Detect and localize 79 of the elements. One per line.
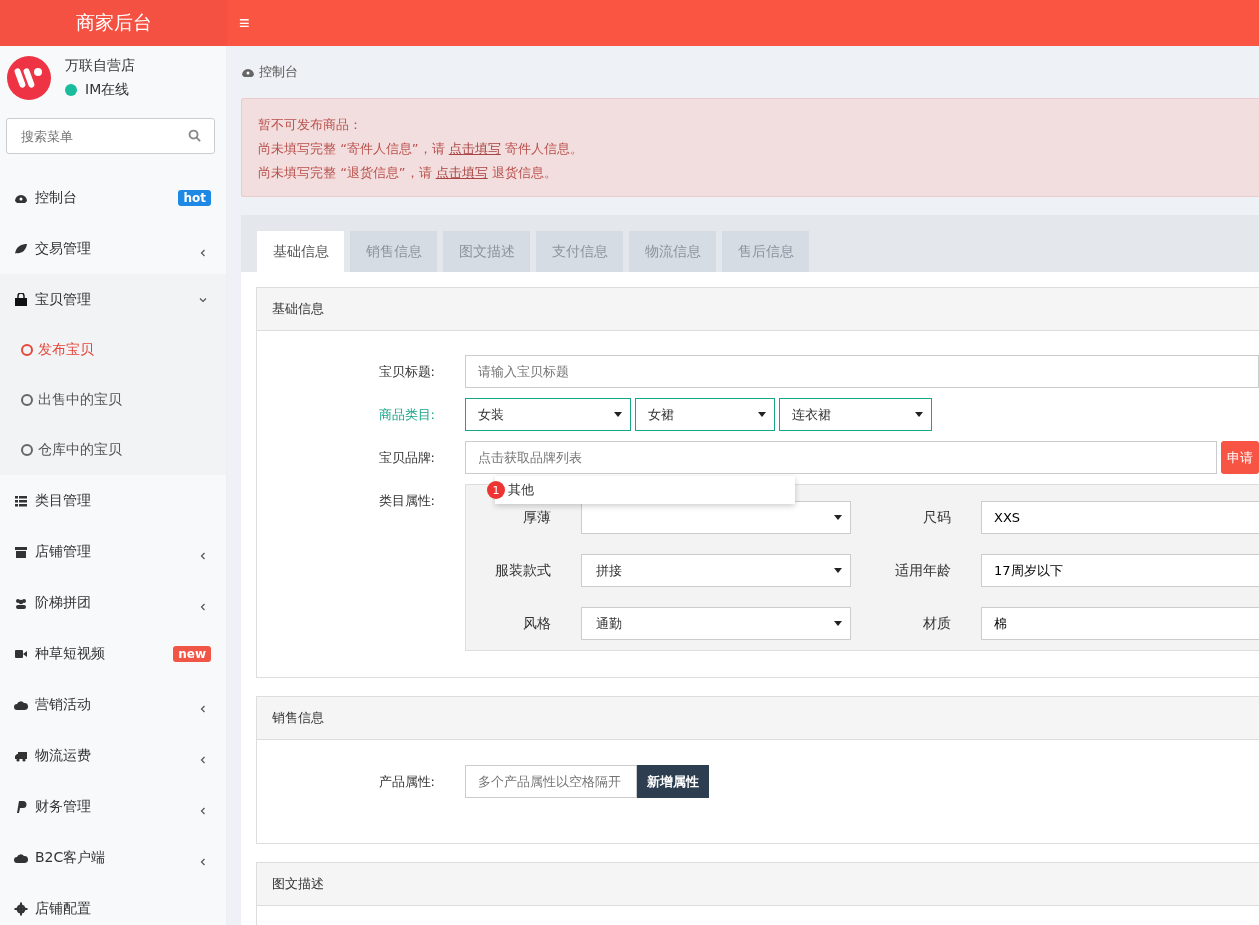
field-label: 宝贝标题: [377, 362, 436, 381]
sidebar-item[interactable]: 类目管理 [0, 475, 226, 526]
sidebar-item[interactable]: 种草短视频 new [0, 628, 226, 679]
menu-icon [14, 493, 28, 508]
input-field[interactable]: 17周岁以下 [981, 554, 1259, 587]
menu-icon [14, 544, 28, 559]
panel-title: 基础信息 [272, 300, 324, 318]
alert-message: 尚未填写完整 “寄件人信息”，请 点击填写 寄件人信息。 [258, 140, 584, 158]
panel-title: 图文描述 [272, 875, 324, 893]
attribute-label: 服装款式 [494, 561, 552, 580]
select-field[interactable]: 女裙 [635, 398, 775, 431]
sidebar-item[interactable]: 店铺配置 [0, 883, 226, 925]
field-label: 产品属性: [377, 772, 436, 791]
count-badge: 1 [487, 481, 505, 499]
select-field[interactable] [581, 501, 851, 534]
caret-icon [834, 515, 842, 520]
chevron-icon [199, 248, 207, 257]
select-field[interactable]: 连衣裙 [779, 398, 932, 431]
caret-icon [758, 412, 766, 417]
chevron-icon [199, 755, 207, 764]
sidebar-item[interactable]: 宝贝管理 [0, 274, 226, 325]
field-label: 宝贝品牌: [377, 448, 436, 467]
attribute-label: 材质 [922, 614, 952, 633]
select-field[interactable]: 通勤 [581, 607, 851, 640]
breadcrumb[interactable]: 控制台 [259, 63, 298, 81]
sidebar-item[interactable]: 店铺管理 [0, 526, 226, 577]
chevron-icon [199, 704, 207, 713]
status-dot [65, 84, 77, 96]
suggestion-item[interactable]: 其他 [508, 481, 534, 499]
chevron-icon [199, 551, 207, 560]
fill-in-link[interactable]: 点击填写 [435, 165, 488, 180]
alert-title: 暂不可发布商品： [258, 116, 363, 134]
online-status: IM在线 [85, 81, 130, 99]
sidebar-item[interactable]: 交易管理 [0, 223, 226, 274]
attribute-label: 风格 [522, 614, 552, 633]
chevron-icon [199, 295, 207, 304]
store-name: 万联自营店 [65, 57, 135, 75]
chevron-icon [199, 857, 207, 866]
attribute-label: 厚薄 [522, 508, 552, 527]
menu-icon [14, 241, 28, 256]
search-field[interactable]: 搜索菜单 [6, 118, 215, 154]
sidebar-item[interactable]: B2C客户端 [0, 832, 226, 883]
alert-message: 尚未填写完整 “退货信息”，请 点击填写 退货信息。 [258, 164, 558, 182]
menu-icon [14, 799, 28, 814]
menu-badge: new [173, 645, 211, 662]
sidebar-item[interactable]: 阶梯拼团 [0, 577, 226, 628]
add-attribute-button[interactable]: 新增属性 [637, 765, 709, 798]
attribute-label: 适用年龄 [894, 561, 952, 580]
input-field[interactable]: 棉 [981, 607, 1259, 640]
submenu-item[interactable]: 发布宝贝 [0, 325, 226, 375]
caret-icon [614, 412, 622, 417]
panel-title: 销售信息 [272, 709, 324, 727]
sidebar-item[interactable]: 物流运费 [0, 730, 226, 781]
submenu-item[interactable]: 仓库中的宝贝 [0, 425, 226, 475]
menu-icon [14, 901, 28, 916]
input-field[interactable]: XXS [981, 501, 1259, 534]
search-icon[interactable] [188, 129, 201, 142]
sidebar-item[interactable]: 营销活动 [0, 679, 226, 730]
input-field[interactable]: 多个产品属性以空格隔开 [465, 765, 637, 798]
tab[interactable]: 基础信息 [257, 231, 344, 272]
field-label: 商品类目: [377, 405, 436, 424]
sidebar-item[interactable]: 财务管理 [0, 781, 226, 832]
input-field[interactable]: 请输入宝贝标题 [465, 355, 1259, 388]
caret-icon [834, 621, 842, 626]
caret-icon [915, 412, 923, 417]
chevron-icon [199, 602, 207, 611]
menu-icon [14, 292, 28, 307]
menu-badge: hot [178, 189, 211, 206]
submenu-item[interactable]: 出售中的宝贝 [0, 375, 226, 425]
sidebar-item[interactable]: 控制台 hot [0, 172, 226, 223]
attribute-label: 尺码 [922, 508, 952, 527]
select-field[interactable]: 女装 [465, 398, 631, 431]
caret-icon [834, 568, 842, 573]
field-label: 类目属性: [377, 492, 436, 510]
store-logo [7, 56, 51, 100]
input-field[interactable]: 点击获取品牌列表 [465, 441, 1217, 474]
chevron-icon [199, 806, 207, 815]
select-field[interactable]: 拼接 [581, 554, 851, 587]
fill-in-link[interactable]: 点击填写 [448, 141, 501, 156]
